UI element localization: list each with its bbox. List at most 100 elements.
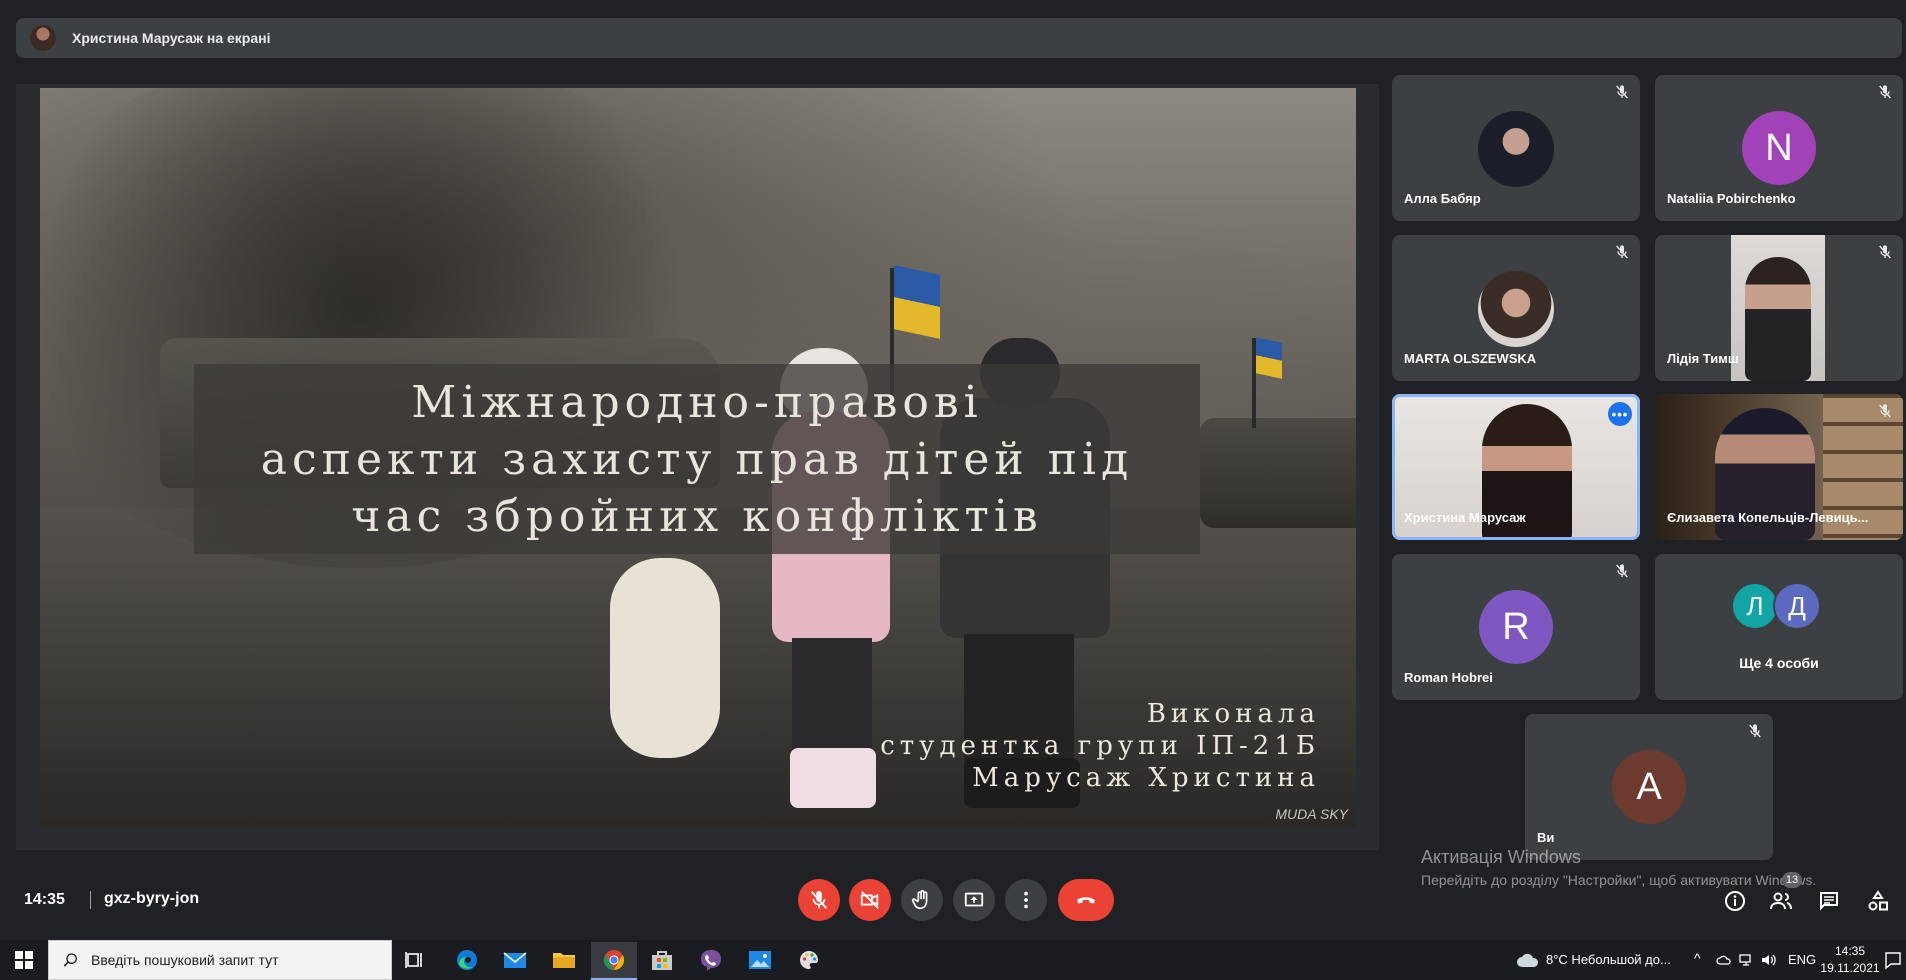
- participant-avatar: [1478, 111, 1554, 187]
- participant-tile-alla[interactable]: Алла Бабяр: [1392, 75, 1640, 221]
- camera-off-icon: [860, 891, 879, 909]
- slide-ukraine-flag: [894, 265, 940, 339]
- slide-logo: MUDA SKY: [1275, 806, 1348, 822]
- info-icon: [1725, 891, 1745, 911]
- language-indicator[interactable]: ENG: [1788, 952, 1816, 967]
- mic-toggle-button[interactable]: [798, 879, 840, 921]
- windows-start-icon: [15, 951, 33, 969]
- slide-author-line-1: Виконала: [1146, 699, 1320, 729]
- more-options-button[interactable]: [1005, 879, 1047, 921]
- show-everyone-button[interactable]: [1768, 888, 1794, 914]
- participant-tile-nataliia[interactable]: N Nataliia Pobirchenko: [1655, 75, 1903, 221]
- mail-icon: [503, 952, 527, 968]
- taskbar-mail[interactable]: [498, 946, 532, 974]
- meeting-details-button[interactable]: [1722, 888, 1748, 914]
- search-icon: [63, 953, 77, 967]
- present-icon: [964, 892, 984, 907]
- participant-avatar: [1478, 271, 1554, 347]
- participant-name: MARTA OLSZEWSKA: [1404, 351, 1537, 366]
- activities-icon: [1868, 890, 1888, 911]
- chat-button[interactable]: [1816, 888, 1842, 914]
- participant-name: Nataliia Pobirchenko: [1667, 191, 1796, 206]
- presentation-area: Міжнародно-правові аспекти захисту прав …: [16, 84, 1379, 850]
- participant-tile-khrystyna[interactable]: ••• Христина Марусаж: [1392, 394, 1640, 540]
- mic-off-icon: [1877, 243, 1893, 261]
- windows-taskbar: Введіть пошуковий запит тут 8°C Небольшо…: [0, 940, 1906, 980]
- windows-activation-title: Активація Windows: [1421, 847, 1581, 867]
- volume-icon[interactable]: [1760, 952, 1776, 968]
- mic-off-icon: [1877, 402, 1893, 420]
- participant-avatar: R: [1479, 590, 1553, 664]
- network-icon[interactable]: [1738, 952, 1754, 968]
- clock-date: 19.11.2021: [1820, 961, 1880, 975]
- hand-icon: [911, 890, 928, 910]
- participant-avatar: A: [1612, 750, 1686, 824]
- meeting-code: gxz-byry-jon: [104, 890, 200, 907]
- participant-name: Ви: [1537, 830, 1555, 845]
- slide-title-line-3: час збройних конфліктів: [351, 490, 1043, 542]
- participant-tile-roman[interactable]: R Roman Hobrei: [1392, 554, 1640, 700]
- hangup-icon: [1077, 897, 1095, 904]
- taskbar-store[interactable]: [645, 946, 679, 974]
- participant-name: Христина Марусаж: [1404, 510, 1526, 525]
- taskbar-file-explorer[interactable]: [547, 946, 581, 974]
- viber-icon: [701, 950, 721, 971]
- more-options-button[interactable]: •••: [1608, 402, 1632, 426]
- chat-icon: [1820, 892, 1838, 911]
- taskbar-edge[interactable]: [450, 946, 484, 974]
- meet-window: Христина Марусаж на екрані Міжнародно-пр…: [0, 0, 1906, 980]
- slide-armored-vehicle-2: [1200, 418, 1356, 528]
- mic-off-icon: [810, 890, 828, 909]
- windows-activation-subtitle: Перейдіть до розділу "Настройки", щоб ак…: [1421, 872, 1817, 888]
- participant-tile-marta[interactable]: MARTA OLSZEWSKA: [1392, 235, 1640, 381]
- camera-toggle-button[interactable]: [849, 879, 891, 921]
- taskbar-photos[interactable]: [743, 946, 777, 974]
- taskbar-search-box[interactable]: Введіть пошуковий запит тут: [48, 940, 392, 980]
- taskbar-viber[interactable]: [694, 946, 728, 974]
- file-explorer-icon: [553, 953, 575, 968]
- participant-name: Лідія Тимш: [1667, 351, 1739, 366]
- taskbar-clock[interactable]: 14:35 19.11.2021: [1820, 943, 1880, 977]
- tray-show-hidden-icon[interactable]: ^: [1694, 950, 1701, 966]
- presentation-slide: Міжнародно-правові аспекти захисту прав …: [40, 88, 1356, 828]
- activities-button[interactable]: [1865, 888, 1891, 914]
- participant-video: [1731, 235, 1825, 381]
- meeting-time: 14:35: [24, 891, 65, 908]
- slide-author-line-2: студентка групи ІП-21Б: [880, 731, 1320, 761]
- group-avatar: Л: [1731, 582, 1779, 630]
- clock-time: 14:35: [1834, 944, 1866, 958]
- people-icon: [1770, 892, 1792, 910]
- cloud-sync-icon[interactable]: [1716, 952, 1732, 968]
- system-tray-icons: [1716, 952, 1782, 968]
- presenter-avatar: [30, 25, 56, 51]
- presenter-bar: Христина Марусаж на екрані: [16, 18, 1902, 58]
- taskbar-chrome[interactable]: [591, 942, 637, 980]
- leave-call-button[interactable]: [1058, 879, 1114, 921]
- participant-tile-yelyzaveta[interactable]: Єлизавета Копельців-Левиць...: [1655, 394, 1903, 540]
- task-view-button[interactable]: [398, 946, 432, 974]
- participant-name: Алла Бабяр: [1404, 191, 1481, 206]
- participant-tile-lidiya[interactable]: Лідія Тимш: [1655, 235, 1903, 381]
- participant-name: Єлизавета Копельців-Левиць...: [1667, 510, 1869, 525]
- slide-title-box: Міжнародно-правові аспекти захисту прав …: [194, 364, 1200, 554]
- mic-off-icon: [1747, 722, 1763, 740]
- start-button[interactable]: [0, 940, 48, 980]
- participant-tile-self[interactable]: A Ви: [1525, 714, 1773, 860]
- task-view-icon: [405, 952, 422, 968]
- notifications-icon[interactable]: [1884, 950, 1902, 970]
- present-now-button[interactable]: [953, 879, 995, 921]
- photos-icon: [749, 951, 771, 969]
- group-avatar: Д: [1773, 582, 1821, 630]
- edge-icon: [457, 950, 477, 970]
- participant-tile-others[interactable]: Л Д Ще 4 особи: [1655, 554, 1903, 700]
- store-icon: [652, 951, 672, 970]
- mic-off-icon: [1877, 83, 1893, 101]
- participant-name: Roman Hobrei: [1404, 670, 1493, 685]
- weather-cloud-icon: [1516, 950, 1540, 970]
- weather-text[interactable]: 8°C Небольшой до...: [1546, 952, 1671, 967]
- taskbar-paint[interactable]: [792, 946, 826, 974]
- mic-off-icon: [1614, 243, 1630, 261]
- slide-author-line-3: Марусаж Христина: [972, 763, 1320, 793]
- people-count-badge: 13: [1782, 872, 1802, 888]
- raise-hand-button[interactable]: [901, 879, 943, 921]
